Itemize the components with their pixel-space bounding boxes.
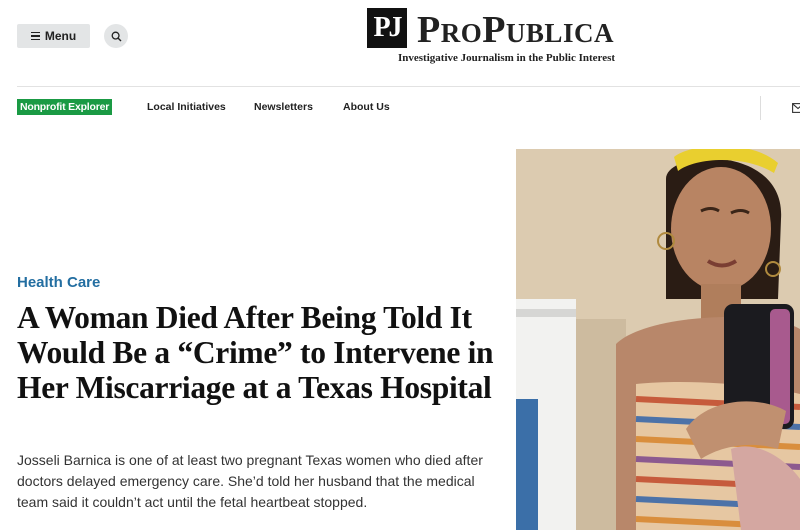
article-category[interactable]: Health Care <box>17 274 100 291</box>
header-divider <box>17 86 800 87</box>
article-photo[interactable] <box>516 149 800 530</box>
menu-button[interactable]: Menu <box>17 24 90 48</box>
nonprofit-explorer-link[interactable]: Nonprofit Explorer <box>17 99 113 115</box>
menu-label: Menu <box>44 29 77 43</box>
secondary-nav: Nonprofit Explorer Local Initiatives New… <box>17 99 800 117</box>
nav-divider <box>760 96 761 120</box>
article-dek: Josseli Barnica is one of at least two p… <box>17 452 483 510</box>
logo-mark: PJ <box>367 8 407 48</box>
hamburger-icon <box>30 31 40 41</box>
propublica-logo[interactable]: PJ ProPublica Investigative Journalism i… <box>367 8 667 68</box>
article-headline[interactable]: A Woman Died After Being Told It Would B… <box>17 300 497 405</box>
nav-link-local-initiatives[interactable]: Local Initiatives <box>147 100 226 114</box>
search-button[interactable] <box>104 24 128 48</box>
search-icon <box>111 31 121 41</box>
site-tagline: Investigative Journalism in the Public I… <box>398 52 616 64</box>
nav-link-newsletters[interactable]: Newsletters <box>254 100 313 114</box>
mail-icon[interactable] <box>792 103 800 113</box>
nav-link-about-us[interactable]: About Us <box>343 100 390 114</box>
portrait-illustration <box>516 149 800 530</box>
logo-wordmark: ProPublica <box>417 9 614 51</box>
